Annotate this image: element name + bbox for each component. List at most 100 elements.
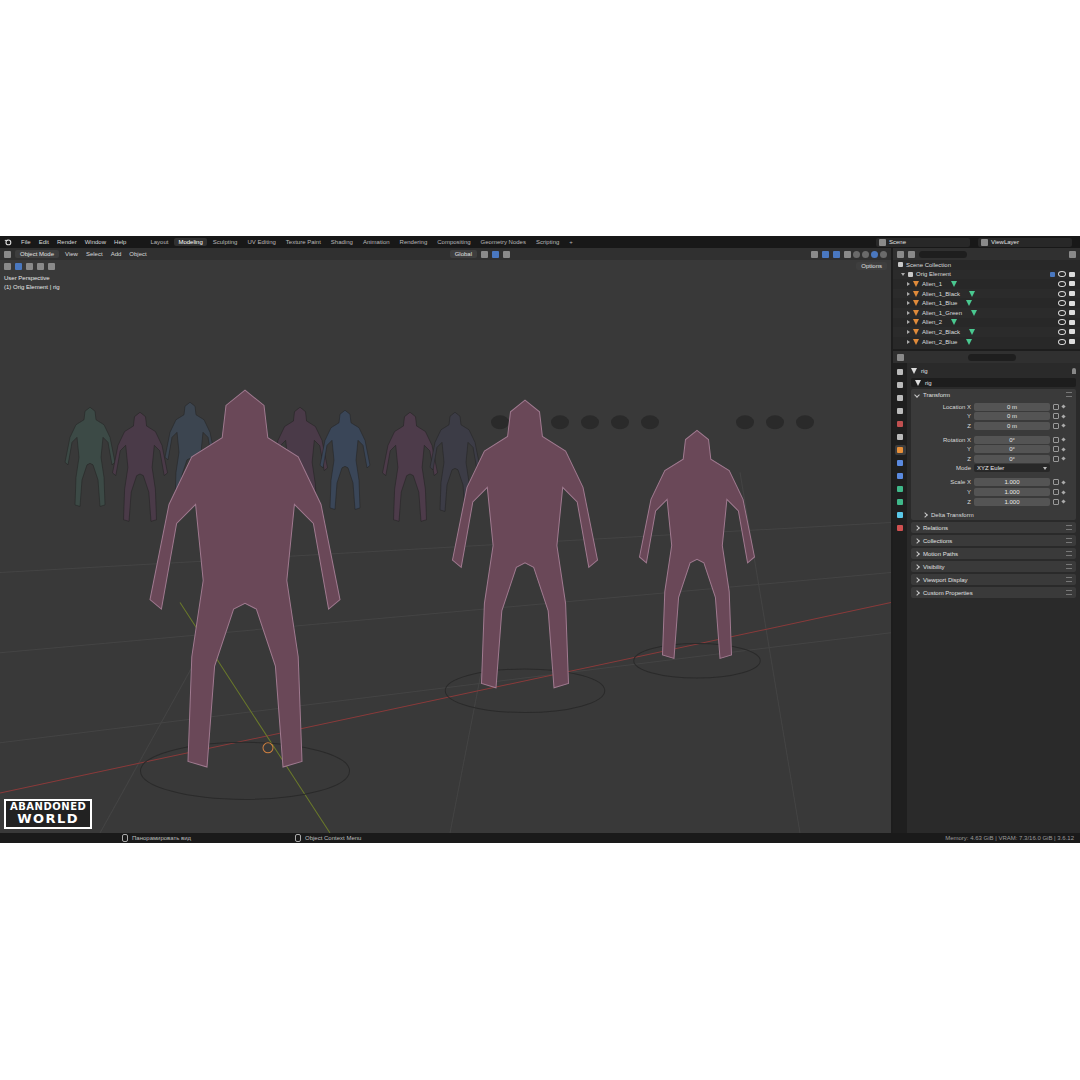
keyframe-icon[interactable] bbox=[1061, 490, 1065, 494]
workspace-tab[interactable]: Layout bbox=[146, 238, 172, 246]
alien-figure[interactable] bbox=[445, 400, 605, 712]
xray-icon[interactable] bbox=[844, 251, 851, 258]
visibility-icon[interactable] bbox=[811, 251, 818, 258]
drag-handle-icon[interactable] bbox=[1066, 590, 1072, 595]
number-field[interactable]: 0 m bbox=[974, 422, 1050, 430]
property-tab[interactable] bbox=[895, 367, 906, 377]
overlay-icon[interactable] bbox=[833, 251, 840, 258]
menu-item[interactable]: Render bbox=[55, 239, 79, 245]
viewport-menu[interactable]: View bbox=[63, 251, 80, 257]
eye-icon[interactable] bbox=[1058, 329, 1066, 335]
drag-handle-icon[interactable] bbox=[1066, 577, 1072, 582]
workspace-tab[interactable]: Texture Paint bbox=[282, 238, 325, 246]
select-extend-icon[interactable] bbox=[26, 263, 33, 270]
alien-figure[interactable] bbox=[141, 390, 350, 799]
property-tab[interactable] bbox=[895, 419, 906, 429]
snap-icon[interactable] bbox=[492, 251, 499, 258]
panel-header[interactable]: Custom Properties bbox=[911, 587, 1076, 598]
property-tab[interactable] bbox=[895, 497, 906, 507]
lock-icon[interactable] bbox=[1053, 404, 1059, 410]
keyframe-icon[interactable] bbox=[1061, 414, 1065, 418]
outliner-item[interactable]: Alien_1_Green bbox=[893, 308, 1080, 318]
rendered-shading-icon[interactable] bbox=[880, 251, 887, 258]
property-tab[interactable] bbox=[895, 510, 906, 520]
outliner-search[interactable] bbox=[919, 251, 967, 258]
keyframe-icon[interactable] bbox=[1061, 500, 1065, 504]
panel-header[interactable]: Visibility bbox=[911, 561, 1076, 572]
property-tab[interactable] bbox=[895, 458, 906, 468]
workspace-tab[interactable]: Scripting bbox=[532, 238, 563, 246]
select-mode-icon[interactable] bbox=[15, 263, 22, 270]
keyframe-icon[interactable] bbox=[1061, 438, 1065, 442]
properties-search[interactable] bbox=[968, 354, 1016, 361]
outliner-item[interactable]: Alien_2_Blue bbox=[893, 337, 1080, 347]
add-workspace-button[interactable]: + bbox=[565, 238, 577, 246]
property-tab[interactable] bbox=[895, 523, 906, 533]
drag-handle-icon[interactable] bbox=[1066, 525, 1072, 530]
material-shading-icon[interactable] bbox=[871, 251, 878, 258]
workspace-tab[interactable]: Geometry Nodes bbox=[477, 238, 530, 246]
outliner-item[interactable]: Alien_1_Blue bbox=[893, 298, 1080, 308]
mode-dropdown[interactable]: Object Mode bbox=[15, 250, 59, 258]
panel-header[interactable]: Collections bbox=[911, 535, 1076, 546]
property-tab[interactable] bbox=[895, 380, 906, 390]
number-field[interactable]: 0 m bbox=[974, 403, 1050, 411]
wireframe-shading-icon[interactable] bbox=[853, 251, 860, 258]
outliner-item[interactable]: Alien_1 bbox=[893, 279, 1080, 289]
camera-icon[interactable] bbox=[1069, 301, 1075, 306]
drag-handle-icon[interactable] bbox=[1066, 564, 1072, 569]
expand-icon[interactable] bbox=[907, 282, 910, 286]
keyframe-icon[interactable] bbox=[1061, 447, 1065, 451]
workspace-tab[interactable]: Animation bbox=[359, 238, 394, 246]
delta-transform-subpanel[interactable]: Delta Transform bbox=[911, 509, 1076, 520]
expand-icon[interactable] bbox=[907, 292, 910, 296]
pivot-icon[interactable] bbox=[481, 251, 488, 258]
eye-icon[interactable] bbox=[1058, 271, 1066, 277]
object-name-field[interactable]: rig bbox=[911, 378, 1076, 387]
workspace-tab[interactable]: Shading bbox=[327, 238, 357, 246]
lock-icon[interactable] bbox=[1053, 456, 1059, 462]
expand-icon[interactable] bbox=[907, 311, 910, 315]
drag-handle-icon[interactable] bbox=[1066, 538, 1072, 543]
camera-icon[interactable] bbox=[1069, 339, 1075, 344]
workspace-tab[interactable]: Compositing bbox=[433, 238, 474, 246]
camera-icon[interactable] bbox=[1069, 291, 1075, 296]
lock-icon[interactable] bbox=[1053, 499, 1059, 505]
play-icon[interactable] bbox=[4, 263, 11, 270]
alien-figure[interactable] bbox=[634, 430, 761, 678]
expand-icon[interactable] bbox=[901, 273, 905, 276]
select-invert-icon[interactable] bbox=[48, 263, 55, 270]
keyframe-icon[interactable] bbox=[1061, 457, 1065, 461]
pin-icon[interactable] bbox=[1072, 368, 1076, 374]
eye-icon[interactable] bbox=[1058, 300, 1066, 306]
lock-icon[interactable] bbox=[1053, 479, 1059, 485]
lock-icon[interactable] bbox=[1053, 489, 1059, 495]
lock-icon[interactable] bbox=[1053, 437, 1059, 443]
property-tab[interactable] bbox=[895, 406, 906, 416]
property-tab[interactable] bbox=[895, 432, 906, 442]
keyframe-icon[interactable] bbox=[1061, 480, 1065, 484]
eye-icon[interactable] bbox=[1058, 281, 1066, 287]
keyframe-icon[interactable] bbox=[1061, 424, 1065, 428]
eye-icon[interactable] bbox=[1058, 319, 1066, 325]
gizmo-icon[interactable] bbox=[822, 251, 829, 258]
camera-icon[interactable] bbox=[1069, 272, 1075, 277]
drag-handle-icon[interactable] bbox=[1066, 551, 1072, 556]
camera-icon[interactable] bbox=[1069, 281, 1075, 286]
menu-item[interactable]: Help bbox=[112, 239, 128, 245]
menu-item[interactable]: File bbox=[19, 239, 33, 245]
expand-icon[interactable] bbox=[907, 340, 910, 344]
editor-type-icon[interactable] bbox=[4, 251, 11, 258]
editor-type-icon[interactable] bbox=[897, 251, 904, 258]
property-tab[interactable] bbox=[895, 393, 906, 403]
drag-handle-icon[interactable] bbox=[1066, 392, 1072, 397]
number-field[interactable]: 1.000 bbox=[974, 488, 1050, 496]
property-tab[interactable] bbox=[895, 445, 906, 455]
eye-icon[interactable] bbox=[1058, 291, 1066, 297]
outliner-item[interactable]: Alien_2 bbox=[893, 318, 1080, 328]
solid-shading-icon[interactable] bbox=[862, 251, 869, 258]
panel-header[interactable]: Relations bbox=[911, 522, 1076, 533]
panel-header[interactable]: Motion Paths bbox=[911, 548, 1076, 559]
menu-item[interactable]: Edit bbox=[37, 239, 51, 245]
3d-cursor-icon[interactable] bbox=[263, 743, 273, 753]
